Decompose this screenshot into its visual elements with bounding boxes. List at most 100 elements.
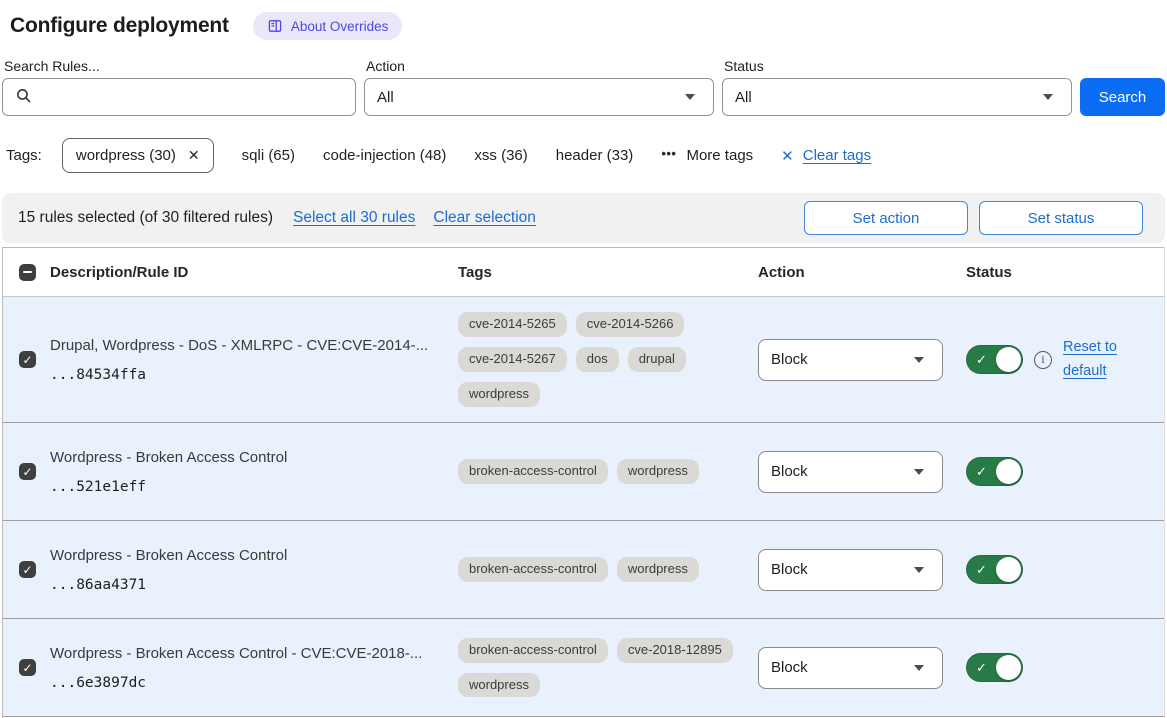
bulk-action-buttons: Set action Set status [804, 201, 1143, 235]
rule-id: ...86aa4371 [50, 577, 438, 593]
rule-action-value: Block [771, 561, 808, 578]
selection-summary: 15 rules selected (of 30 filtered rules) [18, 209, 273, 227]
check-icon: ✓ [22, 466, 32, 478]
about-overrides-label: About Overrides [291, 19, 389, 34]
status-field: Status All [722, 58, 1072, 116]
rule-action-cell: Block [758, 451, 966, 493]
rule-status-cell: ✓ [966, 555, 1164, 584]
column-header-action: Action [758, 264, 966, 281]
tag-pill: wordpress [617, 459, 699, 484]
chevron-down-icon [914, 567, 924, 573]
tag-option-xss[interactable]: xss (36) [474, 147, 527, 164]
tag-chip-label: wordpress (30) [76, 147, 176, 164]
rules-table: Description/Rule ID Tags Action Status ✓… [2, 247, 1165, 718]
rule-tags-cell: cve-2014-5265 cve-2014-5266 cve-2014-526… [458, 312, 758, 407]
rule-description-cell: Wordpress - Broken Access Control ...521… [50, 449, 458, 495]
rule-description-cell: Wordpress - Broken Access Control ...86a… [50, 547, 458, 593]
rule-id: ...84534ffa [50, 367, 438, 383]
selection-links: Select all 30 rules Clear selection [293, 209, 536, 227]
check-icon: ✓ [22, 354, 32, 366]
indeterminate-icon [23, 271, 32, 274]
table-row: ✓ Drupal, Wordpress - DoS - XMLRPC - CVE… [3, 297, 1164, 423]
rule-description-cell: Drupal, Wordpress - DoS - XMLRPC - CVE:C… [50, 337, 458, 383]
select-all-checkbox[interactable] [19, 264, 36, 281]
row-checkbox-cell: ✓ [3, 561, 50, 578]
column-header-status: Status [966, 264, 1164, 281]
set-action-button[interactable]: Set action [804, 201, 968, 235]
tag-pill: broken-access-control [458, 638, 608, 663]
check-icon: ✓ [976, 352, 987, 368]
check-icon: ✓ [22, 564, 32, 576]
tag-pill: cve-2014-5267 [458, 347, 567, 372]
toggle-knob [996, 557, 1021, 582]
row-checkbox[interactable]: ✓ [19, 351, 36, 368]
clear-selection-link[interactable]: Clear selection [433, 209, 536, 227]
tag-pill: cve-2014-5265 [458, 312, 567, 337]
toggle-knob [996, 459, 1021, 484]
tag-pill: broken-access-control [458, 459, 608, 484]
tag-option-sqli[interactable]: sqli (65) [242, 147, 295, 164]
search-button[interactable]: Search [1080, 78, 1165, 116]
rule-action-select[interactable]: Block [758, 647, 943, 689]
search-label: Search Rules... [2, 58, 356, 74]
tag-pill: wordpress [617, 557, 699, 582]
search-icon [15, 87, 32, 108]
check-icon: ✓ [976, 562, 987, 578]
tag-option-code-injection[interactable]: code-injection (48) [323, 147, 446, 164]
search-input[interactable] [40, 89, 343, 106]
rule-tags-cell: broken-access-control wordpress [458, 459, 758, 484]
action-select[interactable]: All [364, 78, 714, 116]
ellipsis-icon: ••• [661, 146, 676, 161]
status-select[interactable]: All [722, 78, 1072, 116]
reset-to-default-link[interactable]: Reset to default [1063, 336, 1127, 384]
tag-chip-wordpress[interactable]: wordpress (30) ✕ [62, 138, 214, 173]
chevron-down-icon [914, 357, 924, 363]
column-header-tags: Tags [458, 264, 758, 281]
status-toggle[interactable]: ✓ [966, 345, 1023, 374]
rule-status-cell: ✓ [966, 653, 1164, 682]
about-overrides-badge[interactable]: About Overrides [253, 12, 403, 40]
rule-action-select[interactable]: Block [758, 339, 943, 381]
rule-description: Wordpress - Broken Access Control [50, 547, 438, 564]
rule-description-cell: Wordpress - Broken Access Control - CVE:… [50, 645, 458, 691]
row-checkbox-cell: ✓ [3, 659, 50, 676]
table-row: ✓ Wordpress - Broken Access Control ...5… [3, 423, 1164, 521]
tag-pill: cve-2018-12895 [617, 638, 733, 663]
set-status-button[interactable]: Set status [979, 201, 1143, 235]
rule-action-select[interactable]: Block [758, 549, 943, 591]
table-row: ✓ Wordpress - Broken Access Control - CV… [3, 619, 1164, 717]
table-row: ✓ Wordpress - Broken Access Control ...8… [3, 521, 1164, 619]
status-toggle[interactable]: ✓ [966, 653, 1023, 682]
rule-action-cell: Block [758, 339, 966, 381]
rule-description: Wordpress - Broken Access Control [50, 449, 438, 466]
filter-bar: Search Rules... Action All Status [2, 58, 1165, 116]
chevron-down-icon [1043, 94, 1053, 100]
action-field: Action All [364, 58, 714, 116]
rule-action-cell: Block [758, 549, 966, 591]
clear-tags-button[interactable]: ✕ Clear tags [781, 147, 871, 165]
tag-pill: drupal [628, 347, 686, 372]
book-icon [267, 18, 283, 34]
row-checkbox-cell: ✓ [3, 351, 50, 368]
rule-action-value: Block [771, 463, 808, 480]
rule-status-cell: ✓ [966, 457, 1164, 486]
status-label: Status [722, 58, 1072, 74]
status-toggle[interactable]: ✓ [966, 555, 1023, 584]
row-checkbox[interactable]: ✓ [19, 463, 36, 480]
action-select-value: All [377, 89, 394, 106]
header-checkbox-cell [3, 264, 50, 281]
tag-remove-icon[interactable]: ✕ [188, 147, 200, 164]
more-tags-button[interactable]: ••• More tags [661, 147, 753, 164]
page-title: Configure deployment [10, 14, 229, 38]
chevron-down-icon [914, 469, 924, 475]
row-checkbox-cell: ✓ [3, 463, 50, 480]
check-icon: ✓ [976, 464, 987, 480]
status-toggle[interactable]: ✓ [966, 457, 1023, 486]
rule-description: Drupal, Wordpress - DoS - XMLRPC - CVE:C… [50, 337, 438, 354]
tag-pill: broken-access-control [458, 557, 608, 582]
rule-action-select[interactable]: Block [758, 451, 943, 493]
row-checkbox[interactable]: ✓ [19, 659, 36, 676]
select-all-link[interactable]: Select all 30 rules [293, 209, 415, 227]
tag-option-header[interactable]: header (33) [556, 147, 634, 164]
row-checkbox[interactable]: ✓ [19, 561, 36, 578]
